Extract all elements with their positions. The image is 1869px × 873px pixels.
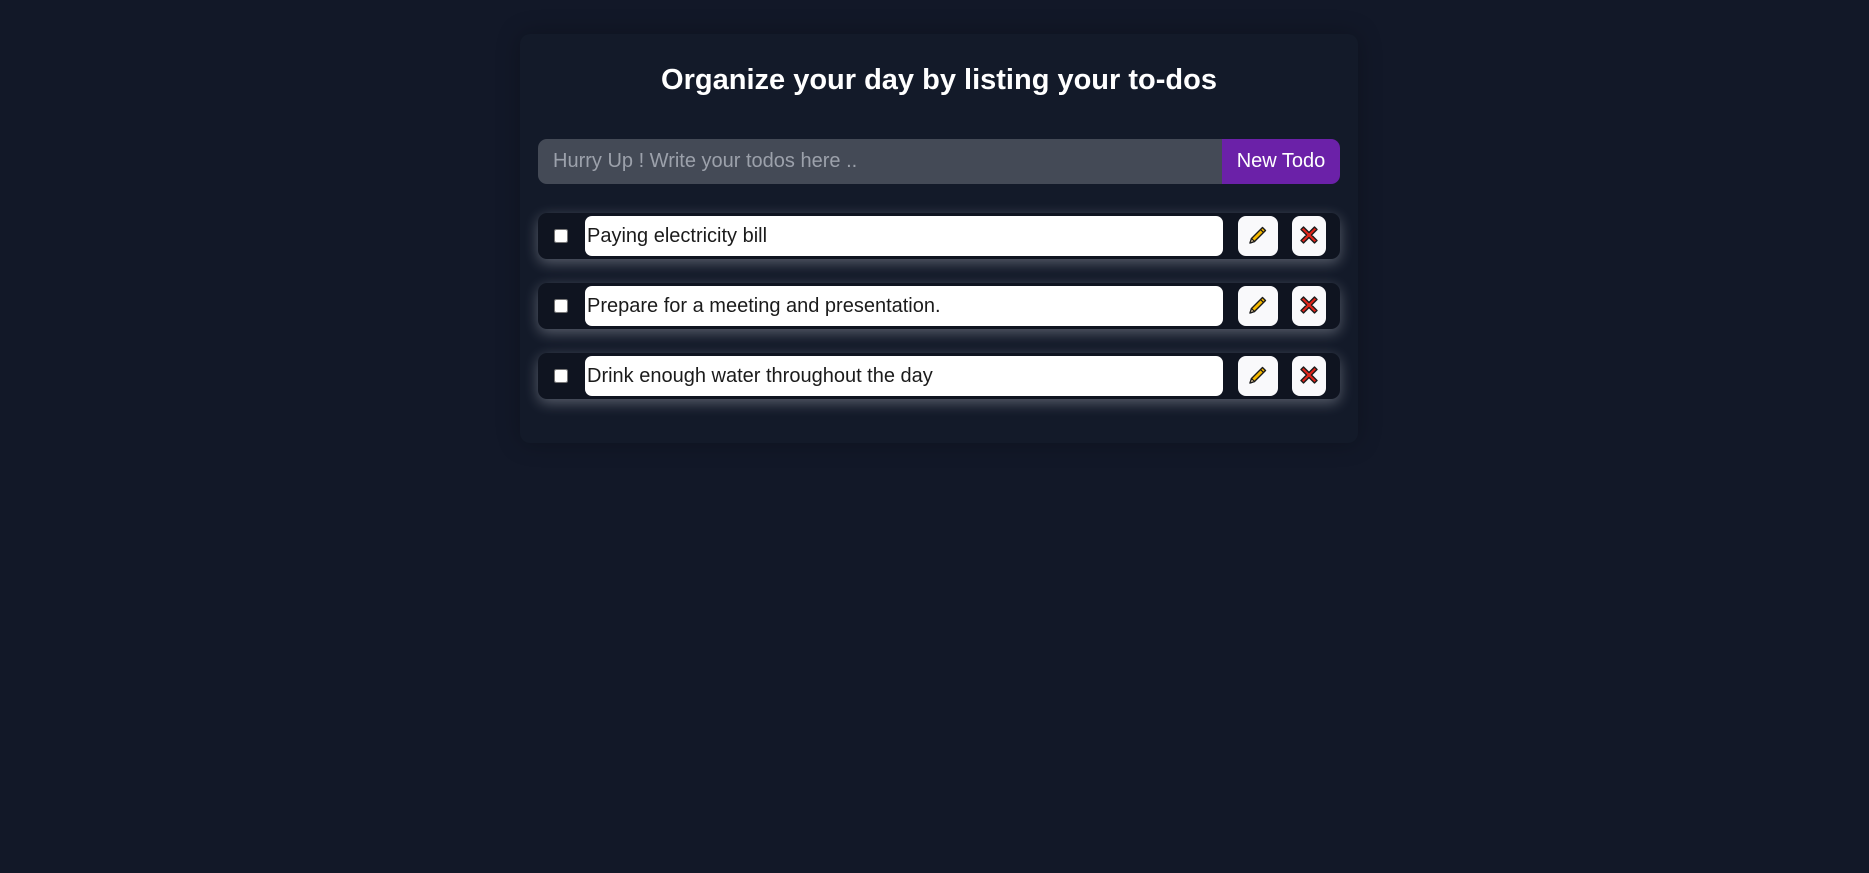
todo-text-field[interactable] — [585, 286, 1223, 326]
cross-icon — [1296, 292, 1322, 321]
todo-item — [538, 353, 1340, 399]
page-title: Organize your day by listing your to-dos — [661, 64, 1217, 96]
pencil-icon — [1246, 293, 1270, 320]
todo-item — [538, 213, 1340, 259]
cross-icon — [1296, 222, 1322, 251]
edit-button[interactable] — [1238, 216, 1278, 256]
pencil-icon — [1246, 223, 1270, 250]
todo-checkbox[interactable] — [554, 369, 568, 383]
pencil-icon — [1246, 363, 1270, 390]
todo-text-field[interactable] — [585, 216, 1223, 256]
todo-checkbox[interactable] — [554, 229, 568, 243]
todo-list — [538, 213, 1340, 399]
edit-button[interactable] — [1238, 286, 1278, 326]
todo-item — [538, 283, 1340, 329]
edit-button[interactable] — [1238, 356, 1278, 396]
new-todo-form: New Todo — [538, 139, 1340, 184]
todo-text-field[interactable] — [585, 356, 1223, 396]
todo-app: Organize your day by listing your to-dos… — [520, 34, 1358, 443]
delete-button[interactable] — [1292, 286, 1326, 326]
new-todo-input[interactable] — [538, 139, 1222, 184]
todo-checkbox[interactable] — [554, 299, 568, 313]
new-todo-button[interactable]: New Todo — [1222, 139, 1340, 184]
delete-button[interactable] — [1292, 356, 1326, 396]
cross-icon — [1296, 362, 1322, 391]
delete-button[interactable] — [1292, 216, 1326, 256]
